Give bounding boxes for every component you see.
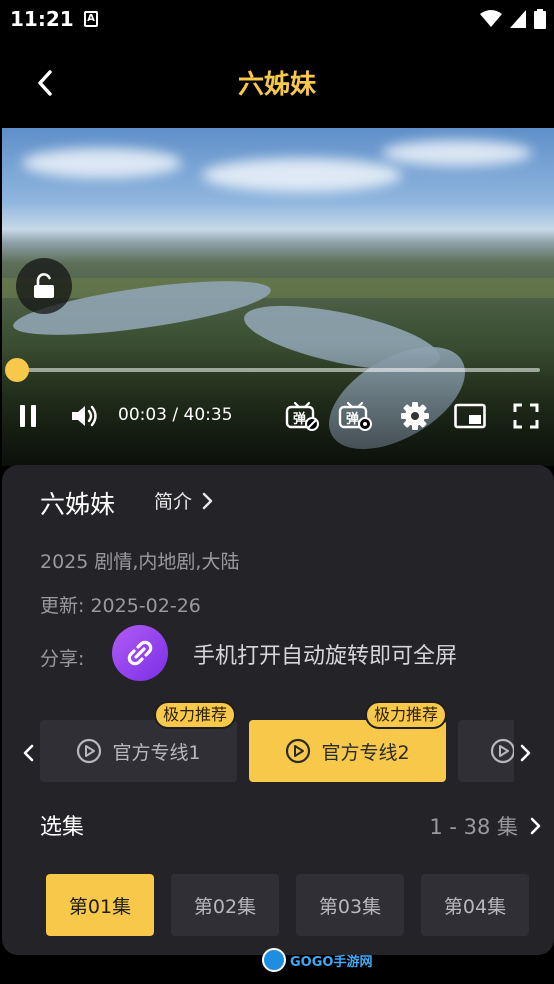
status-bar: 11:21 A: [0, 0, 554, 38]
battery-icon: [534, 9, 546, 29]
source-line-tab-active[interactable]: 官方专线2: [249, 720, 446, 782]
source-line-label: 官方专线2: [321, 741, 410, 764]
episodes-range: 1 - 38 集: [429, 815, 518, 839]
pause-button[interactable]: [8, 396, 48, 436]
status-time: 11:21: [10, 7, 74, 31]
watermark-logo-icon: [262, 948, 286, 972]
episode-button[interactable]: 第02集: [171, 874, 279, 936]
episode-button[interactable]: 第04集: [421, 874, 529, 936]
detail-panel: 六姊妹 简介 2025 剧情,内地剧,大陆 更新: 2025-02-26 分享:…: [2, 465, 554, 955]
picture-in-picture-icon: [454, 403, 486, 429]
share-label: 分享:: [40, 648, 85, 670]
system-icons: [480, 9, 546, 29]
source-prev-button[interactable]: [16, 733, 40, 773]
playback-time: 00:03 / 40:35: [118, 405, 233, 425]
video-frame-cloud: [382, 140, 532, 166]
player-controls: 00:03 / 40:35 弹 弹: [2, 396, 554, 436]
danmaku-off-button[interactable]: 弹: [282, 396, 322, 436]
duration: 40:35: [183, 405, 233, 425]
chevron-right-icon: [520, 744, 531, 762]
watermark-text: GOGO手游网: [290, 954, 373, 970]
fullscreen-button[interactable]: [506, 396, 546, 436]
seek-bar-handle[interactable]: [4, 358, 29, 382]
volume-button[interactable]: [64, 396, 104, 436]
settings-button[interactable]: [395, 396, 435, 436]
seek-bar[interactable]: [4, 358, 540, 382]
pause-icon: [20, 405, 36, 427]
wifi-icon: [480, 10, 502, 27]
danmaku-settings-button[interactable]: 弹: [335, 396, 375, 436]
video-player[interactable]: 00:03 / 40:35 弹 弹: [2, 128, 554, 466]
chevron-left-icon: [23, 744, 34, 762]
svg-text:弹: 弹: [346, 411, 359, 427]
danmaku-off-icon: 弹: [285, 401, 319, 431]
time-separator: /: [167, 405, 184, 425]
fullscreen-icon: [513, 403, 539, 429]
chevron-right-icon: [530, 817, 541, 835]
play-circle-icon: [490, 738, 514, 764]
gear-icon: [401, 402, 429, 430]
source-next-button[interactable]: [514, 733, 538, 773]
update-label: 更新:: [40, 595, 85, 617]
source-line-tab[interactable]: [458, 720, 514, 782]
update-info: 更新: 2025-02-26: [40, 591, 201, 618]
volume-icon: [72, 405, 97, 427]
recommend-badge: 极力推荐: [365, 701, 448, 729]
screen-lock-button[interactable]: [16, 258, 72, 314]
episode-button-active[interactable]: 第01集: [46, 874, 154, 936]
unlock-icon: [34, 273, 54, 298]
title-bar: 六姊妹: [0, 38, 554, 128]
signal-icon: [510, 10, 526, 28]
video-frame-field: [2, 278, 554, 298]
picture-in-picture-button[interactable]: [450, 396, 490, 436]
source-line-list: 官方专线1 极力推荐 官方专线2 极力推荐: [40, 701, 514, 787]
show-title: 六姊妹: [40, 490, 116, 519]
share-link-button[interactable]: [112, 625, 168, 681]
current-time: 00:03: [118, 405, 167, 425]
svg-text:弹: 弹: [293, 411, 306, 427]
video-frame-cloud: [22, 148, 182, 178]
play-circle-icon: [286, 738, 311, 764]
episodes-title: 选集: [40, 815, 85, 840]
play-circle-icon: [77, 738, 102, 764]
link-icon: [127, 640, 153, 666]
update-date: 2025-02-26: [90, 595, 201, 617]
chevron-right-icon: [202, 492, 213, 509]
video-frame-cloud: [202, 158, 402, 192]
danmaku-settings-icon: 弹: [338, 401, 372, 431]
page-title: 六姊妹: [237, 70, 316, 100]
recommend-badge: 极力推荐: [154, 701, 237, 729]
site-watermark: GOGO手游网: [262, 948, 372, 972]
notification-icon: A: [84, 11, 98, 27]
source-line-tab[interactable]: 官方专线1: [40, 720, 237, 782]
intro-label: 简介: [154, 491, 193, 513]
show-info: 2025 剧情,内地剧,大陆: [40, 551, 240, 573]
episodes-range-link[interactable]: 1 - 38 集: [429, 811, 542, 841]
source-line-label: 官方专线1: [112, 741, 201, 764]
intro-link[interactable]: 简介: [154, 487, 214, 514]
episode-button[interactable]: 第03集: [296, 874, 404, 936]
share-hint: 手机打开自动旋转即可全屏: [193, 644, 458, 669]
